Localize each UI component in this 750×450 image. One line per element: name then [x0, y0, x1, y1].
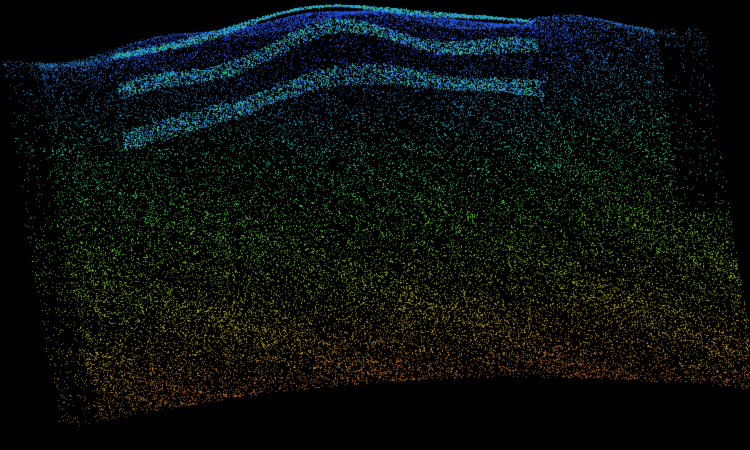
point-cloud-viewport[interactable] — [0, 0, 750, 450]
terrain-point-cloud[interactable] — [0, 0, 750, 450]
